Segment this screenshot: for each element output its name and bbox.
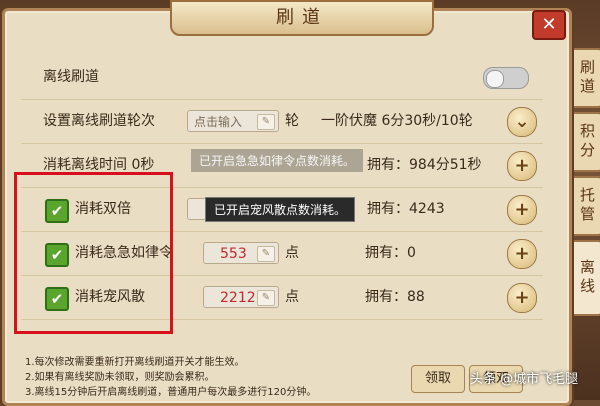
rounds-input-placeholder: 点击输入 <box>194 115 243 129</box>
notes: 1.每次修改需要重新打开离线刷道开关才能生效。 2.如果有离线奖励未领取，则奖励… <box>25 355 316 400</box>
plus-icon: + <box>514 199 530 220</box>
window-title: 刷道 <box>170 0 434 36</box>
jiji-unit: 点 <box>285 245 299 261</box>
watermark: 头条 @城市飞毛腿 <box>470 372 579 387</box>
double-plus-button[interactable]: + <box>507 195 537 225</box>
note-item: 2.如果有离线奖励未领取，则奖励会累积。 <box>25 372 215 383</box>
jiji-input[interactable]: 553 ✎ <box>203 242 279 264</box>
chevron-down-icon: ⌄ <box>514 111 530 132</box>
chongfeng-tooltip: 已开启宠风散点数消耗。 <box>205 197 356 222</box>
time-owned: 拥有：984分51秒 <box>367 157 482 173</box>
chongfeng-value: 2212 <box>220 290 256 306</box>
row-offline: 离线刷道 <box>21 55 543 100</box>
rounds-unit: 轮 <box>285 113 299 129</box>
jiji-value: 553 <box>220 246 247 262</box>
close-button[interactable]: ✕ <box>532 10 566 40</box>
rounds-label: 设置离线刷道轮次 <box>43 113 155 129</box>
pencil-icon: ✎ <box>257 114 275 130</box>
note-item: 3.离线15分钟后开启离线刷道，普通用户每次最多进行120分钟。 <box>25 387 317 398</box>
chongfeng-unit: 点 <box>285 289 299 305</box>
plus-icon: + <box>514 287 530 308</box>
chongfeng-plus-button[interactable]: + <box>507 283 537 313</box>
row-rounds: 设置离线刷道轮次 点击输入 ✎ 轮 一阶伏魔 6分30秒/10轮 ⌄ <box>21 99 543 144</box>
claim-button[interactable]: 领取 <box>411 365 465 393</box>
offline-toggle[interactable] <box>483 67 529 89</box>
plus-icon: + <box>514 243 530 264</box>
chongfeng-input[interactable]: 2212 ✎ <box>203 286 279 308</box>
faded-tooltip: 已开启急急如律令点数消耗。 <box>191 149 364 172</box>
jiji-plus-button[interactable]: + <box>507 239 537 269</box>
pencil-icon: ✎ <box>257 246 275 262</box>
toggle-knob <box>486 70 504 88</box>
chongfeng-owned: 拥有：88 <box>365 289 425 305</box>
rounds-input[interactable]: 点击输入 ✎ <box>187 110 279 132</box>
jiji-owned: 拥有：0 <box>365 245 416 261</box>
preset-dropdown-button[interactable]: ⌄ <box>507 107 537 137</box>
plus-icon: + <box>514 155 530 176</box>
offline-label: 离线刷道 <box>43 69 99 85</box>
pencil-icon: ✎ <box>257 290 275 306</box>
time-plus-button[interactable]: + <box>507 151 537 181</box>
close-icon: ✕ <box>541 14 557 35</box>
highlight-box <box>14 172 173 334</box>
rounds-preset: 一阶伏魔 6分30秒/10轮 <box>321 113 473 129</box>
note-item: 1.每次修改需要重新打开离线刷道开关才能生效。 <box>25 357 245 368</box>
double-owned: 拥有：4243 <box>367 201 445 217</box>
